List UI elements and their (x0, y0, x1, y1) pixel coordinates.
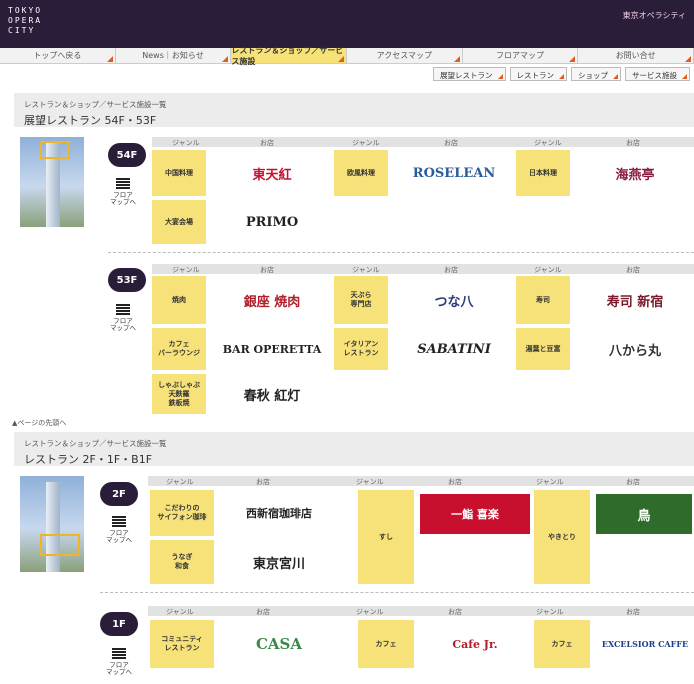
genre-cell: しゃぶしゃぶ 天麩羅 鉄板焼 (152, 374, 206, 414)
nav-floormap[interactable]: フロアマップ (463, 48, 579, 63)
nav-contact[interactable]: お問い合せ (578, 48, 694, 63)
shop-logo[interactable]: Cafe Jr. (420, 620, 530, 668)
subnav-restaurant[interactable]: レストラン (509, 67, 567, 81)
genre-cell: やきとり (534, 490, 590, 584)
floor-map-link[interactable]: フロア マップへ (104, 516, 134, 544)
section-header-restaurant: レストラン＆ショップ／サービス施設一覧 レストラン 2F・1F・B1F (14, 432, 694, 466)
genre-cell: イタリアン レストラン (334, 328, 388, 370)
highlight-box (40, 141, 70, 159)
genre-cell: すし (358, 490, 414, 584)
shop-logo[interactable]: 西新宿珈琲店 (220, 490, 338, 536)
shop-logo[interactable]: 八から丸 (576, 328, 694, 370)
subnav-sky-restaurant[interactable]: 展望レストラン (433, 67, 506, 81)
floor-map-icon (112, 648, 126, 660)
genre-cell: 欧風料理 (334, 150, 388, 196)
floor-badge-53f: 53F (108, 268, 146, 292)
section-subtitle: レストラン＆ショップ／サービス施設一覧 (24, 439, 167, 448)
shop-logo[interactable]: 海燕亭 (576, 150, 694, 196)
nav-news[interactable]: News｜お知らせ (116, 48, 232, 63)
floor-divider (108, 252, 694, 253)
section-title: レストラン 2F・1F・B1F (24, 453, 153, 466)
genre-cell: 中国料理 (152, 150, 206, 196)
shop-logo[interactable]: 一鮨 喜楽 (420, 494, 530, 534)
shop-logo[interactable]: EXCELSIOR CAFFE (596, 620, 694, 668)
top-link[interactable]: 東京オペラシティ (623, 10, 686, 21)
shop-logo[interactable]: つな八 (394, 276, 514, 324)
main-nav: トップへ戻る News｜お知らせ レストラン＆ショップ／サービス施設 アクセスマ… (0, 46, 694, 66)
shop-logo[interactable]: 東京宮川 (220, 540, 338, 584)
page-top-link[interactable]: ▲ページの先頭へ (12, 418, 66, 428)
site-header: TOKYO OPERA CITY 東京オペラシティ (0, 0, 694, 48)
nav-shops[interactable]: レストラン＆ショップ／サービス施設 (231, 46, 348, 66)
genre-cell: カフェ (358, 620, 414, 668)
floor-map-link[interactable]: フロア マップへ (104, 648, 134, 676)
floor-map-icon (112, 516, 126, 528)
genre-cell: コミュニティ レストラン (150, 620, 214, 668)
floor-map-icon (116, 304, 130, 316)
floor-map-link[interactable]: フロア マップへ (108, 304, 138, 332)
floor-divider (100, 592, 694, 593)
nav-top[interactable]: トップへ戻る (0, 48, 116, 63)
shop-logo[interactable]: 寿司 新宿 (576, 276, 694, 324)
shop-logo[interactable]: 銀座 焼肉 (212, 276, 332, 324)
column-header-row: ジャンル お店 ジャンル お店 ジャンル お店 (152, 137, 694, 147)
floor-map-link[interactable]: フロア マップへ (108, 178, 138, 206)
shop-logo[interactable]: 春秋 紅灯 (212, 374, 332, 414)
floor-badge-1f: 1F (100, 612, 138, 636)
genre-cell: うなぎ 和食 (150, 540, 214, 584)
floor-badge-2f: 2F (100, 482, 138, 506)
genre-cell: 寿司 (516, 276, 570, 324)
genre-cell: カフェ (534, 620, 590, 668)
column-header-row: ジャンル お店 ジャンル お店 ジャンル お店 (152, 264, 694, 274)
section-header-sky: レストラン＆ショップ／サービス施設一覧 展望レストラン 54F・53F (14, 93, 694, 127)
sub-nav: 展望レストラン レストラン ショップ サービス施設 (433, 67, 690, 81)
subnav-service[interactable]: サービス施設 (625, 67, 690, 81)
shop-logo[interactable]: CASA (220, 620, 338, 668)
genre-cell: こだわりの サイフォン珈琲 (150, 490, 214, 536)
shop-logo[interactable]: SABATINI (394, 328, 514, 370)
shop-logo[interactable]: PRIMO (212, 200, 332, 244)
genre-cell: 湯葉と豆富 (516, 328, 570, 370)
section-subtitle: レストラン＆ショップ／サービス施設一覧 (24, 100, 167, 109)
site-logo[interactable]: TOKYO OPERA CITY (8, 6, 42, 36)
shop-logo[interactable]: 鳥 (596, 494, 692, 534)
floor-badge-54f: 54F (108, 143, 146, 167)
floor-map-icon (116, 178, 130, 190)
section-title: 展望レストラン 54F・53F (24, 114, 157, 127)
subnav-shop[interactable]: ショップ (571, 67, 621, 81)
building-photo (20, 476, 84, 572)
genre-cell: カフェ バーラウンジ (152, 328, 206, 370)
shop-logo[interactable]: ROSELEAN (394, 150, 514, 196)
shop-logo[interactable]: 東天紅 (212, 150, 332, 196)
nav-access[interactable]: アクセスマップ (347, 48, 463, 63)
genre-cell: 日本料理 (516, 150, 570, 196)
genre-cell: 大宴会場 (152, 200, 206, 244)
column-header-row: ジャンル お店 ジャンル お店 ジャンル お店 (148, 606, 694, 616)
highlight-box (40, 534, 80, 556)
shop-logo[interactable]: BAR OPERETTA (212, 328, 332, 370)
genre-cell: 天ぷら 専門店 (334, 276, 388, 324)
genre-cell: 焼肉 (152, 276, 206, 324)
building-photo (20, 137, 84, 227)
column-header-row: ジャンル お店 ジャンル お店 ジャンル お店 (148, 476, 694, 486)
